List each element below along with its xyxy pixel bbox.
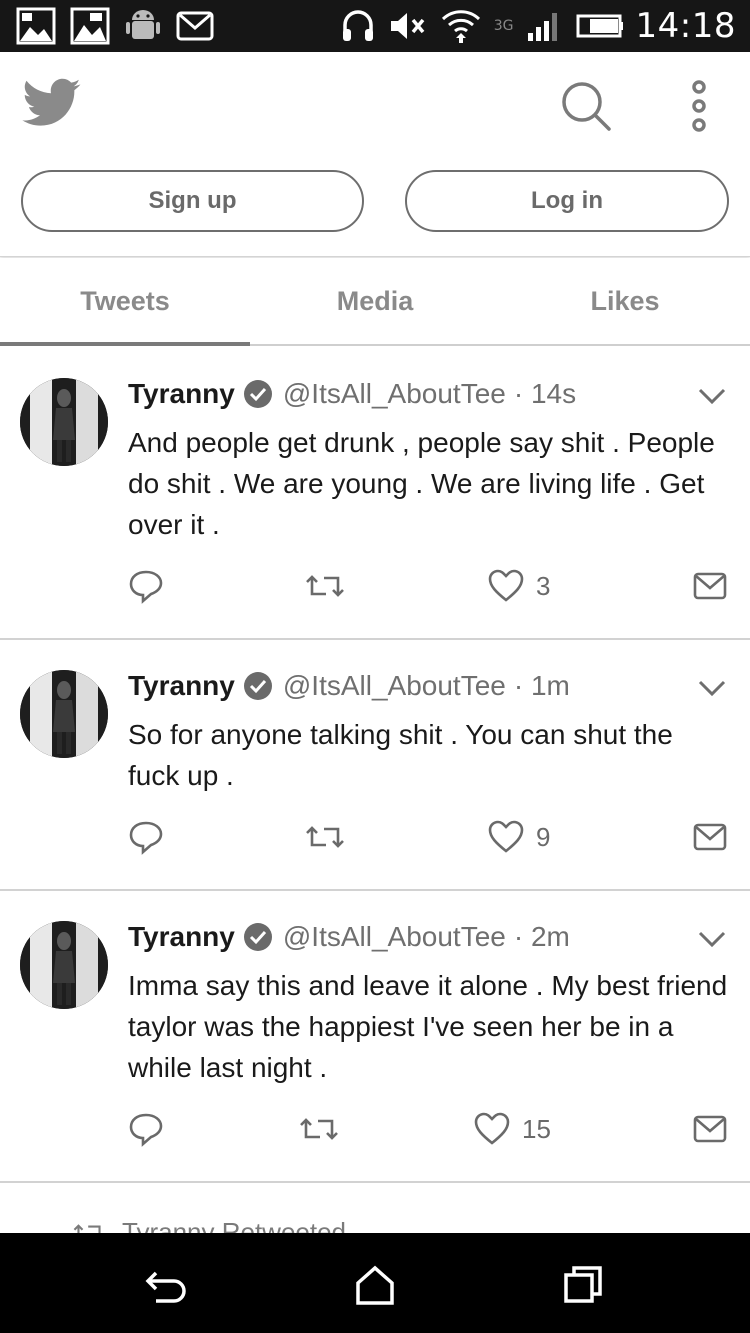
gmail-icon bbox=[176, 11, 214, 41]
tweet-actions: 15 bbox=[128, 1109, 728, 1149]
search-icon[interactable] bbox=[560, 80, 612, 132]
reply-icon bbox=[129, 570, 163, 604]
image-notification-icon bbox=[16, 7, 56, 45]
author-handle[interactable]: @ItsAll_AboutTee bbox=[283, 921, 506, 953]
profile-tabs: Tweets Media Likes bbox=[0, 258, 750, 346]
avatar[interactable] bbox=[20, 378, 108, 466]
tweet[interactable]: Tyranny @ItsAll_AboutTee · 2m Imma say t… bbox=[0, 891, 750, 1183]
reply-button[interactable] bbox=[128, 1109, 164, 1149]
retweet-icon bbox=[73, 1223, 101, 1233]
retweet-context: Tyranny Retweeted bbox=[72, 1217, 346, 1233]
system-icons: 3G 14:18 bbox=[340, 6, 736, 46]
wifi-icon bbox=[441, 10, 480, 43]
direct-message-button[interactable] bbox=[693, 566, 727, 606]
like-button[interactable]: 9 bbox=[488, 817, 550, 857]
clock: 14:18 bbox=[635, 6, 736, 46]
tweet-header: Tyranny @ItsAll_AboutTee · 14s bbox=[128, 378, 576, 410]
like-count: 3 bbox=[536, 570, 551, 601]
like-count: 15 bbox=[522, 1113, 551, 1144]
back-icon[interactable] bbox=[142, 1263, 192, 1307]
heart-icon bbox=[488, 569, 524, 602]
headset-icon bbox=[342, 10, 373, 41]
tweet-timestamp: · 2m bbox=[513, 921, 570, 952]
image-notification-icon bbox=[70, 7, 110, 45]
author-name[interactable]: Tyranny bbox=[128, 921, 235, 953]
avatar-image bbox=[20, 670, 108, 758]
tweet-actions: 3 bbox=[128, 566, 728, 606]
notification-icons bbox=[16, 6, 214, 46]
more-options-icon[interactable] bbox=[684, 80, 714, 132]
tweet-text: And people get drunk , people say shit .… bbox=[128, 427, 715, 540]
mute-icon bbox=[390, 13, 425, 39]
envelope-icon bbox=[693, 823, 727, 851]
envelope-icon bbox=[693, 1115, 727, 1143]
chevron-down-icon[interactable] bbox=[697, 929, 727, 949]
retweeted-label: Tyranny Retweeted bbox=[122, 1217, 347, 1233]
retweet-icon bbox=[306, 826, 344, 848]
network-type: 3G bbox=[493, 18, 514, 34]
envelope-icon bbox=[693, 572, 727, 600]
heart-icon bbox=[488, 820, 524, 853]
reply-button[interactable] bbox=[128, 566, 164, 606]
tweet-actions: 9 bbox=[128, 817, 728, 857]
avatar-image bbox=[20, 921, 108, 1009]
reply-icon bbox=[129, 1113, 163, 1147]
tab-media[interactable]: Media bbox=[250, 258, 500, 344]
retweeted-item-partial[interactable]: Tyranny Retweeted bbox=[0, 1183, 750, 1233]
log-in-button[interactable]: Log in bbox=[405, 170, 729, 232]
active-tab-indicator bbox=[0, 342, 250, 346]
twitter-bird-icon[interactable] bbox=[22, 78, 82, 132]
sign-up-button[interactable]: Sign up bbox=[21, 170, 364, 232]
battery-icon bbox=[576, 14, 623, 38]
app-header: Sign up Log in bbox=[0, 52, 750, 257]
retweet-icon bbox=[306, 575, 344, 597]
signal-icon bbox=[527, 13, 557, 41]
tweet-timestamp: · 14s bbox=[513, 378, 577, 409]
tweet-header: Tyranny @ItsAll_AboutTee · 2m bbox=[128, 921, 570, 953]
verified-badge-icon bbox=[243, 672, 272, 700]
verified-badge-icon bbox=[243, 923, 272, 951]
status-bar: 3G 14:18 bbox=[0, 0, 750, 52]
tweet-text: So for anyone talking shit . You can shu… bbox=[128, 719, 673, 791]
like-button[interactable]: 3 bbox=[488, 566, 550, 606]
tweet[interactable]: Tyranny @ItsAll_AboutTee · 14s And peopl… bbox=[0, 348, 750, 640]
retweet-button[interactable] bbox=[298, 1109, 340, 1149]
author-handle[interactable]: @ItsAll_AboutTee bbox=[283, 670, 506, 702]
like-count: 9 bbox=[536, 821, 551, 852]
reply-button[interactable] bbox=[128, 817, 164, 857]
heart-icon bbox=[474, 1112, 510, 1145]
direct-message-button[interactable] bbox=[693, 817, 727, 857]
retweet-button[interactable] bbox=[304, 817, 346, 857]
tweet-timestamp: · 1m bbox=[513, 670, 570, 701]
chevron-down-icon[interactable] bbox=[697, 386, 727, 406]
tweet-header: Tyranny @ItsAll_AboutTee · 1m bbox=[128, 670, 570, 702]
avatar[interactable] bbox=[20, 670, 108, 758]
author-handle[interactable]: @ItsAll_AboutTee bbox=[283, 378, 506, 410]
author-name[interactable]: Tyranny bbox=[128, 378, 235, 410]
avatar[interactable] bbox=[20, 921, 108, 1009]
chevron-down-icon[interactable] bbox=[697, 678, 727, 698]
retweet-button[interactable] bbox=[304, 566, 346, 606]
tweet-text: Imma say this and leave it alone . My be… bbox=[128, 970, 728, 1083]
reply-icon bbox=[129, 821, 163, 855]
navigation-bar bbox=[0, 1233, 750, 1333]
author-name[interactable]: Tyranny bbox=[128, 670, 235, 702]
like-button[interactable]: 15 bbox=[474, 1109, 551, 1149]
android-icon bbox=[126, 10, 160, 39]
direct-message-button[interactable] bbox=[693, 1109, 727, 1149]
avatar-image bbox=[20, 378, 108, 466]
tab-likes[interactable]: Likes bbox=[500, 258, 750, 344]
tab-tweets[interactable]: Tweets bbox=[0, 258, 250, 344]
home-icon[interactable] bbox=[350, 1263, 400, 1307]
verified-badge-icon bbox=[243, 380, 272, 408]
recent-apps-icon[interactable] bbox=[558, 1263, 608, 1307]
tweet[interactable]: Tyranny @ItsAll_AboutTee · 1m So for any… bbox=[0, 640, 750, 891]
retweet-icon bbox=[300, 1118, 338, 1140]
